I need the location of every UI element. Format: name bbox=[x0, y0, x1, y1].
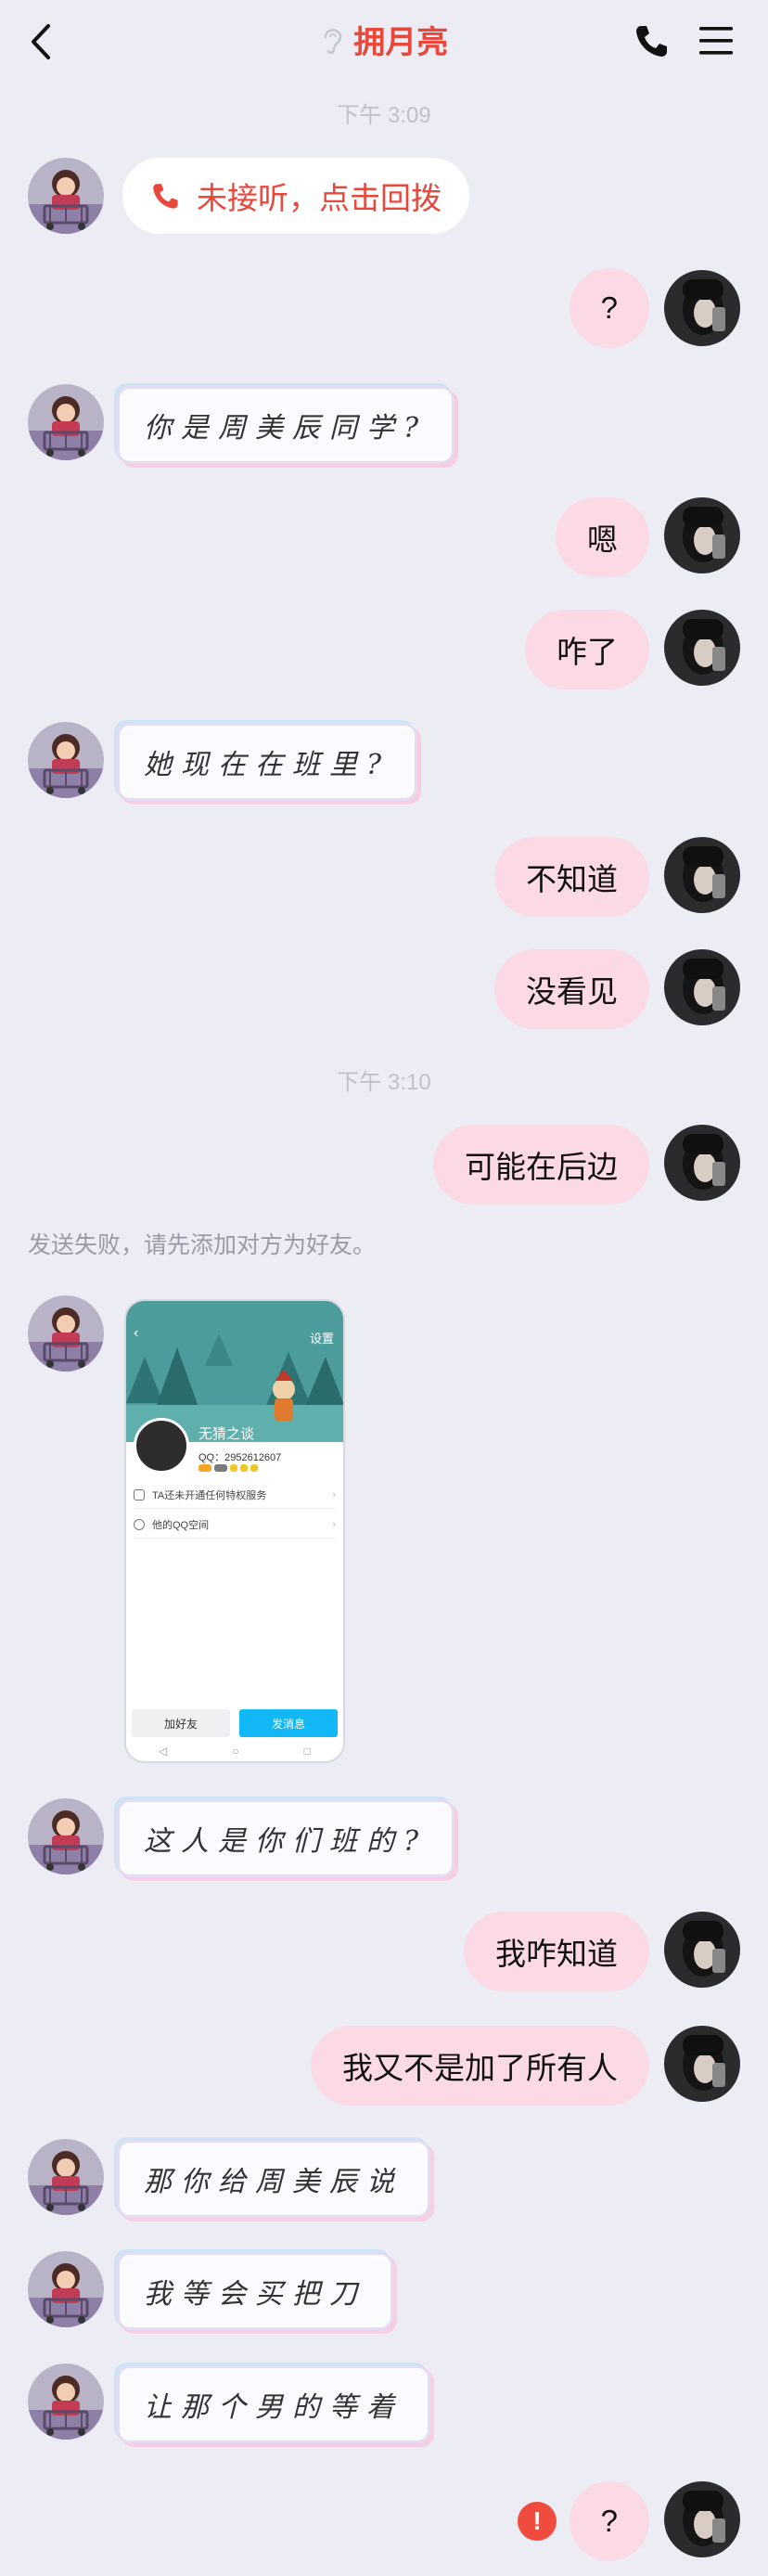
settings-label: 设置 bbox=[309, 1332, 334, 1346]
profile-badges bbox=[198, 1464, 258, 1472]
profile-name: 无猜之谈 bbox=[198, 1426, 255, 1442]
avatar[interactable] bbox=[28, 2251, 104, 2327]
message-bubble-received[interactable]: 你是周美辰同学? bbox=[117, 386, 455, 464]
message-bubble-sent[interactable]: 嗯 bbox=[556, 497, 649, 577]
back-arrow-icon: ‹ bbox=[134, 1325, 139, 1341]
send-failed-icon[interactable]: ! bbox=[518, 2502, 557, 2541]
send-failed-notice: 发送失败，请先添加对方为好友。 bbox=[28, 1232, 377, 1258]
avatar[interactable] bbox=[664, 610, 740, 686]
chat-title[interactable]: 拥月亮 bbox=[353, 17, 448, 62]
message-bubble-received[interactable]: 这人是你们班的? bbox=[117, 1799, 455, 1877]
avatar[interactable] bbox=[28, 2139, 104, 2215]
back-nav-icon: ◁ bbox=[159, 1745, 168, 1758]
message-bubble-sent[interactable]: 没看见 bbox=[494, 949, 649, 1029]
avatar[interactable] bbox=[28, 384, 104, 460]
avatar[interactable] bbox=[664, 270, 740, 346]
message-bubble-sent[interactable]: 我咋知道 bbox=[464, 1912, 649, 1991]
send-message-button: 发消息 bbox=[239, 1709, 338, 1737]
top-bar: 拥月亮 bbox=[0, 0, 768, 84]
qzone-row: 他的QQ空间 › bbox=[134, 1511, 336, 1539]
avatar[interactable] bbox=[664, 949, 740, 1025]
profile-avatar bbox=[134, 1418, 189, 1474]
message-bubble-received[interactable]: 让那个男的等着 bbox=[117, 2365, 430, 2443]
avatar[interactable] bbox=[664, 1125, 740, 1201]
missed-call-bubble[interactable]: 未接听，点击回拨 bbox=[122, 158, 469, 234]
message-bubble-sent[interactable]: ? bbox=[569, 268, 649, 348]
privilege-row: TA还未开通任何特权服务 › bbox=[134, 1481, 336, 1509]
star-icon bbox=[134, 1518, 145, 1530]
phone-icon[interactable] bbox=[633, 22, 670, 59]
shared-image[interactable]: ‹ 设置 无猜之谈 QQ：2952612607 TA还未开通任何特权服务 › 他… bbox=[124, 1299, 345, 1763]
message-bubble-received[interactable]: 那你给周美辰说 bbox=[117, 2140, 430, 2218]
crown-icon bbox=[134, 1488, 145, 1501]
profile-buttons: 加好友 发消息 bbox=[126, 1709, 343, 1737]
avatar[interactable] bbox=[28, 2363, 104, 2440]
avatar[interactable] bbox=[28, 1295, 104, 1372]
avatar[interactable] bbox=[664, 837, 740, 913]
message-bubble-sent[interactable]: 咋了 bbox=[525, 610, 649, 689]
avatar[interactable] bbox=[28, 158, 104, 234]
avatar[interactable] bbox=[28, 722, 104, 798]
phone-icon bbox=[153, 184, 178, 209]
message-bubble-sent[interactable]: 不知道 bbox=[494, 837, 649, 917]
message-bubble-sent[interactable]: 可能在后边 bbox=[433, 1125, 649, 1204]
add-friend-button: 加好友 bbox=[132, 1709, 230, 1737]
ear-icon bbox=[324, 28, 342, 54]
timestamp: 下午 3:10 bbox=[337, 1070, 431, 1095]
message-bubble-received[interactable]: 她现在在班里? bbox=[117, 723, 418, 801]
avatar[interactable] bbox=[664, 2026, 740, 2102]
avatar[interactable] bbox=[664, 1912, 740, 1988]
message-bubble-sent[interactable]: ? bbox=[569, 2481, 649, 2561]
avatar[interactable] bbox=[664, 2481, 740, 2557]
home-nav-icon: ○ bbox=[232, 1745, 239, 1758]
recents-nav-icon: □ bbox=[303, 1745, 311, 1758]
avatar[interactable] bbox=[28, 1798, 104, 1874]
timestamp: 下午 3:09 bbox=[337, 103, 431, 128]
message-bubble-sent[interactable]: 我又不是加了所有人 bbox=[311, 2026, 649, 2106]
message-bubble-received[interactable]: 我等会买把刀 bbox=[117, 2252, 393, 2330]
android-nav-bar: ◁ ○ □ bbox=[126, 1741, 343, 1761]
missed-call-text: 未接听，点击回拨 bbox=[197, 181, 442, 215]
avatar[interactable] bbox=[664, 497, 740, 573]
profile-qq-number: QQ：2952612607 bbox=[198, 1452, 282, 1463]
menu-icon[interactable] bbox=[698, 24, 735, 58]
